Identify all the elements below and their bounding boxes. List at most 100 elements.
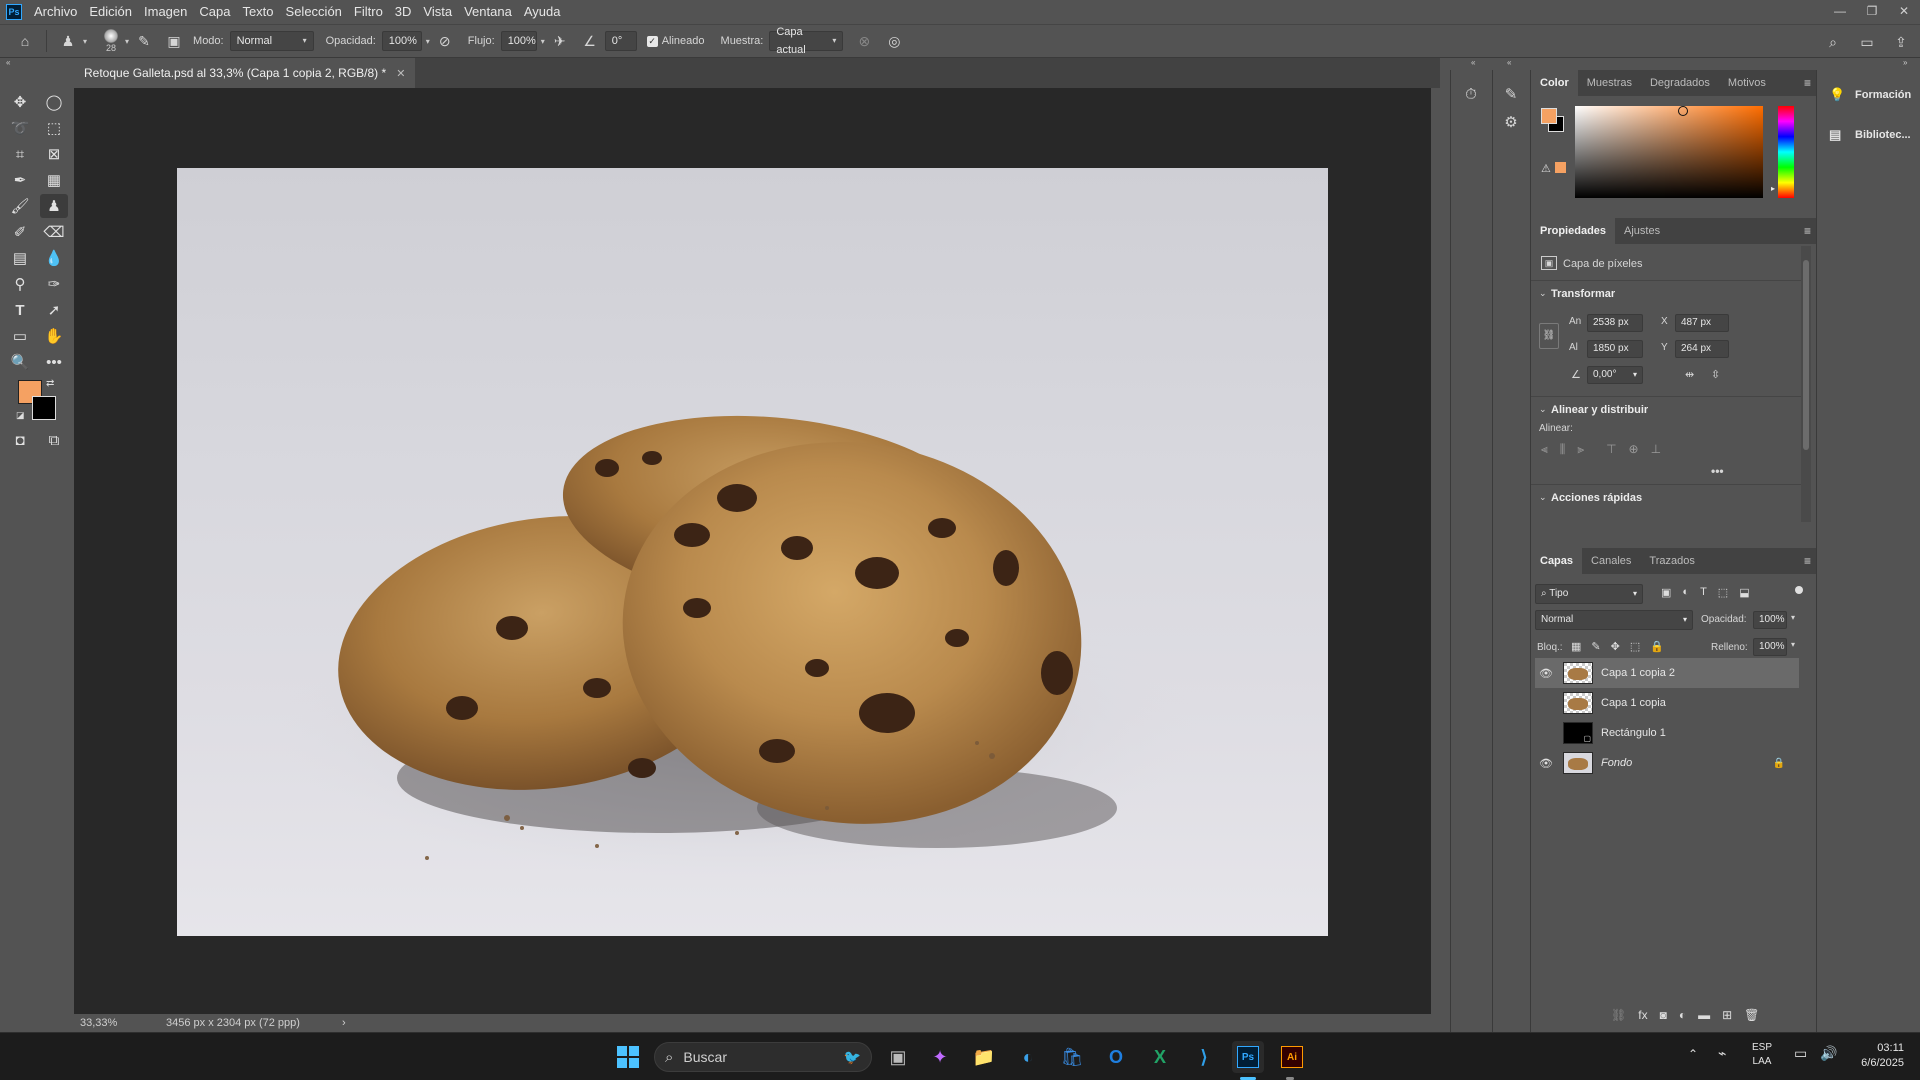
close-icon[interactable]: ✕ [396,67,405,80]
search-icon[interactable]: ⌕ [1822,31,1844,53]
share-icon[interactable]: ⇪ [1890,31,1912,53]
pressure-size-icon[interactable]: ◎ [883,30,905,52]
fx-icon[interactable]: fx [1638,1008,1647,1022]
align-center-v-icon[interactable]: ⊕ [1629,442,1639,457]
chevron-down-icon[interactable]: ▾ [426,37,430,46]
lock-pixels-icon[interactable]: ✎ [1591,640,1600,653]
blend-mode-select[interactable]: Normal ▾ [1535,610,1693,630]
visibility-eye-icon[interactable]: 👁 [1535,757,1557,770]
tab-color[interactable]: Color [1531,70,1578,96]
align-left-icon[interactable]: ⫷ [1541,442,1548,457]
layer-name[interactable]: Capa 1 copia [1601,697,1666,709]
taskbar-search[interactable]: ⌕ Buscar 🐦 [654,1042,872,1072]
workspace-icon[interactable]: ▭ [1856,31,1878,53]
clone-stamp-tool-icon[interactable]: ♟ [57,30,79,52]
chevron-down-icon[interactable]: ▾ [1791,613,1795,622]
tab-capas[interactable]: Capas [1531,548,1583,574]
filter-pixel-icon[interactable]: ▣ [1661,586,1671,599]
lasso-tool-icon[interactable]: ➰ [6,116,34,140]
zoom-tool-icon[interactable]: 🔍 [6,350,34,374]
chevron-down-icon[interactable]: ⌄ [1539,404,1547,415]
tab-canales[interactable]: Canales [1582,548,1640,574]
menu-archivo[interactable]: Archivo [28,0,83,24]
hand-tool-icon[interactable]: ✋ [40,324,68,348]
chevron-down-icon[interactable]: ▾ [83,37,87,46]
brush-preset-picker[interactable]: 28 [97,26,125,56]
flip-vertical-icon[interactable]: ⇳ [1711,368,1720,381]
tab-trazados[interactable]: Trazados [1640,548,1703,574]
libraries-panel-button[interactable]: ▤ Bibliotec... [1817,116,1920,154]
microsoft-store-icon[interactable]: 🛍 [1056,1041,1088,1073]
eyedropper-tool-icon[interactable]: ✒ [6,168,34,192]
collapse-icon[interactable]: « [1507,58,1511,67]
mode-select[interactable]: Normal ▾ [229,31,314,51]
brush-settings-panel-icon[interactable]: ✎ [1499,82,1523,106]
chevron-down-icon[interactable]: ⌄ [1539,288,1547,299]
more-options-icon[interactable]: ••• [1711,464,1724,478]
layer-filter-select[interactable]: ⌕ Tipo ▾ [1535,584,1643,604]
home-icon[interactable]: ⌂ [14,30,36,52]
type-tool-icon[interactable]: T [6,298,34,322]
canvas-workspace[interactable] [74,88,1431,1014]
hue-slider[interactable] [1778,106,1794,198]
minimize-button[interactable]: — [1824,0,1856,24]
panel-menu-icon[interactable]: ≡ [1804,224,1811,238]
adjustment-layer-icon[interactable]: ◐ [1679,1008,1686,1022]
vscode-icon[interactable]: ⟩ [1188,1041,1220,1073]
volume-icon[interactable]: 🔊 [1820,1045,1837,1062]
language-indicator[interactable]: ESP LAA [1752,1041,1772,1069]
close-button[interactable]: ✕ [1888,0,1920,24]
quick-actions-title[interactable]: Acciones rápidas [1551,492,1642,504]
frame-tool-icon[interactable]: ⊠ [40,142,68,166]
layer-row[interactable]: ▢ Rectángulo 1 [1535,718,1799,748]
menu-imagen[interactable]: Imagen [138,0,193,24]
chevron-right-icon[interactable]: › [342,1017,346,1029]
rectangle-tool-icon[interactable]: ▭ [6,324,34,348]
menu-filtro[interactable]: Filtro [348,0,389,24]
brush-settings-icon[interactable]: ✎ [133,30,155,52]
layer-name[interactable]: Fondo [1601,757,1632,769]
lock-icon[interactable]: 🔒 [1773,758,1785,769]
align-center-h-icon[interactable]: ⫼ [1560,442,1566,457]
gradient-tool-icon[interactable]: ▤ [6,246,34,270]
restore-button[interactable]: ❐ [1856,0,1888,24]
trash-icon[interactable]: 🗑 [1744,1008,1759,1022]
align-section-title[interactable]: Alinear y distribuir [1551,404,1648,416]
layer-name[interactable]: Rectángulo 1 [1601,727,1666,739]
chevron-down-icon[interactable]: ▾ [541,37,545,46]
task-view-icon[interactable]: ▣ [882,1041,914,1073]
learn-panel-button[interactable]: 💡 Formación [1817,76,1920,114]
menu-texto[interactable]: Texto [236,0,279,24]
hue-slider-handle[interactable]: ▸ [1771,184,1775,193]
properties-scrollbar[interactable] [1801,246,1811,522]
tab-motivos[interactable]: Motivos [1719,70,1775,96]
filter-adjustment-icon[interactable]: ◐ [1682,586,1689,599]
menu-capa[interactable]: Capa [193,0,236,24]
menu-ventana[interactable]: Ventana [458,0,518,24]
panel-menu-icon[interactable]: ≡ [1804,554,1811,568]
lock-artboard-icon[interactable]: ⬚ [1630,640,1640,653]
swap-colors-icon[interactable]: ⇄ [46,378,54,389]
align-bottom-icon[interactable]: ⊥ [1651,442,1661,457]
background-color-swatch[interactable] [32,396,56,420]
width-input[interactable]: 2538 px [1587,314,1643,332]
height-input[interactable]: 1850 px [1587,340,1643,358]
menu-3d[interactable]: 3D [389,0,418,24]
eraser-tool-icon[interactable]: ⌫ [40,220,68,244]
tab-muestras[interactable]: Muestras [1578,70,1641,96]
lock-position-icon[interactable]: ✥ [1611,640,1620,653]
history-brush-tool-icon[interactable]: ✐ [6,220,34,244]
filter-type-icon[interactable]: T [1700,586,1707,599]
brush-tool-icon[interactable]: 🖌 [6,194,34,218]
menu-vista[interactable]: Vista [417,0,458,24]
move-tool-icon[interactable]: ✥ [6,90,34,114]
align-right-icon[interactable]: ⫸ [1577,442,1584,457]
network-icon[interactable]: ⌁ [1718,1045,1726,1062]
chevron-down-icon[interactable]: ▾ [125,37,129,46]
adjustment-presets-icon[interactable]: ⚙ [1499,110,1523,134]
filter-toggle[interactable] [1795,586,1803,594]
layer-row[interactable]: 👁 Fondo 🔒 [1535,748,1799,778]
lock-transparent-icon[interactable]: ▦ [1571,640,1581,653]
visibility-eye-icon[interactable]: 👁 [1535,667,1557,680]
outlook-icon[interactable]: O [1100,1041,1132,1073]
